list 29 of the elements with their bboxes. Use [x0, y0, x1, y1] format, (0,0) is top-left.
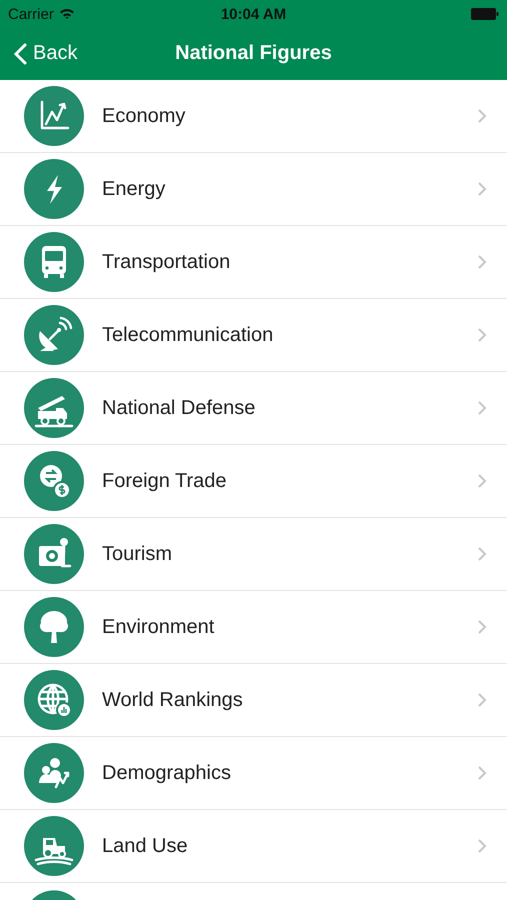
chevron-icon [477, 765, 487, 781]
chart-icon [24, 86, 84, 146]
chevron-icon [477, 327, 487, 343]
battery-icon [471, 8, 499, 20]
chevron-icon [477, 692, 487, 708]
back-button[interactable]: Back [0, 42, 78, 65]
satellite-dish-icon [24, 305, 84, 365]
chevron-icon [477, 546, 487, 562]
chevron-icon [477, 838, 487, 854]
camera-icon [24, 524, 84, 584]
tree-icon [24, 597, 84, 657]
exchange-coin-icon [24, 451, 84, 511]
people-chart-icon [24, 743, 84, 803]
chevron-icon [477, 619, 487, 635]
carrier-label: Carrier [8, 6, 54, 22]
chevron-icon [477, 181, 487, 197]
globe-icon [24, 670, 84, 730]
chevron-icon [477, 473, 487, 489]
status-time: 10:04 AM [220, 6, 286, 22]
bus-icon [24, 232, 84, 292]
screen-title: National Figures [175, 42, 332, 65]
chevron-icon [477, 400, 487, 416]
wifi-icon [58, 8, 75, 20]
chevron-icon [477, 108, 487, 124]
tractor-icon [24, 816, 84, 876]
missile-truck-icon [24, 378, 84, 438]
lightning-icon [24, 159, 84, 219]
chevron-icon [477, 254, 487, 270]
chevron-icon [14, 42, 27, 64]
